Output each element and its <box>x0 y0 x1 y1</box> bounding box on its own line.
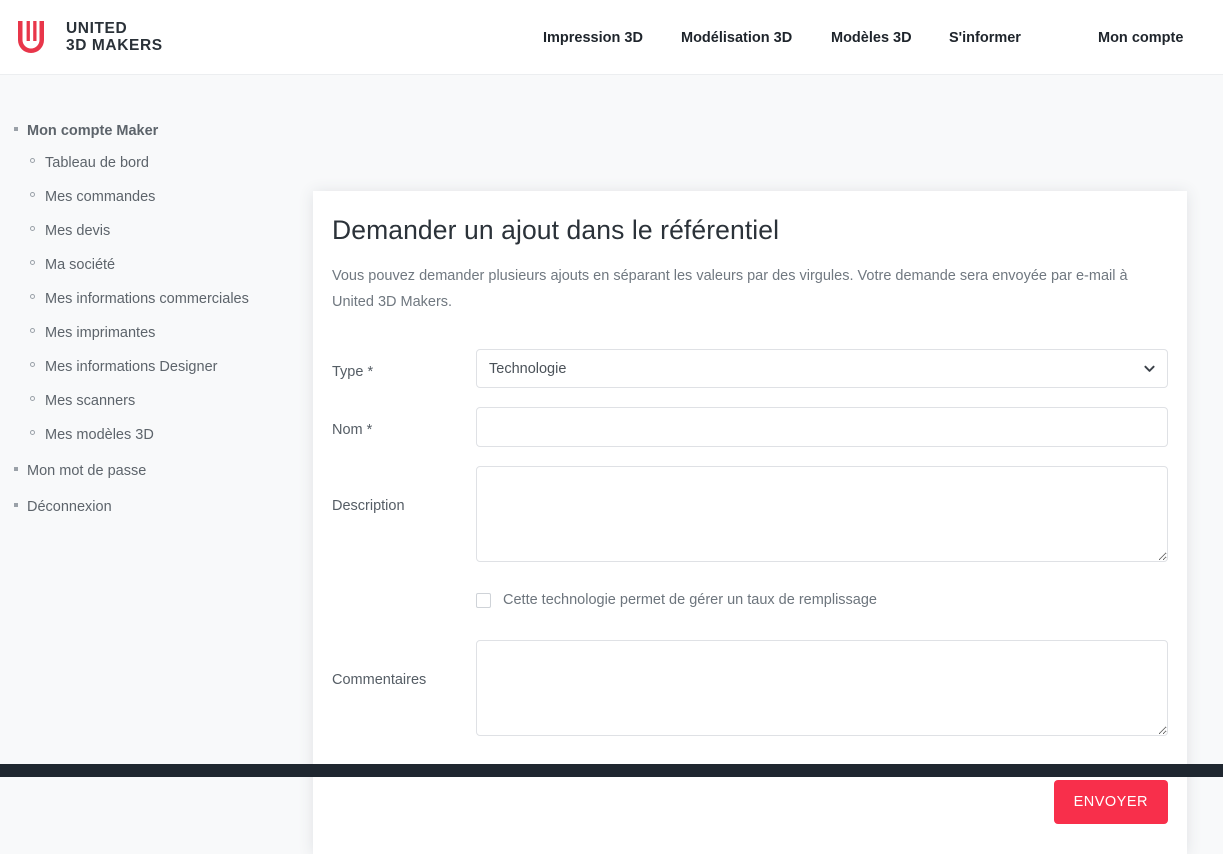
list-item: Mes informations Designer <box>30 357 300 377</box>
list-item: Tableau de bord <box>30 153 300 173</box>
list-item: Mes modèles 3D <box>30 425 300 445</box>
list-item: Mes commandes <box>30 187 300 207</box>
referential-request-form: Type * Technologie Nom * Description Cet… <box>332 349 1168 824</box>
bullet-icon <box>14 467 18 471</box>
sidebar-item-mes-informations-commerciales[interactable]: Mes informations commerciales <box>45 289 249 309</box>
primary-navigation: Impression 3D Modélisation 3D Modèles 3D… <box>0 0 1223 75</box>
united-3d-makers-logo-icon <box>18 21 44 53</box>
label-nom: Nom * <box>332 422 373 438</box>
label-description: Description <box>332 498 405 514</box>
sidebar-item-mes-commandes[interactable]: Mes commandes <box>45 187 155 207</box>
form-description: Vous pouvez demander plusieurs ajouts en… <box>332 268 1128 310</box>
sidebar-item-mes-informations-designer[interactable]: Mes informations Designer <box>45 357 217 377</box>
bullet-icon <box>30 226 35 231</box>
bullet-icon <box>30 430 35 435</box>
bullet-icon <box>14 503 18 507</box>
request-form-card: Demander un ajout dans le référentiel Vo… <box>313 191 1187 854</box>
description-textarea[interactable] <box>476 466 1168 562</box>
bullet-icon <box>30 396 35 401</box>
list-item: Mes devis <box>30 221 300 241</box>
page-title: Demander un ajout dans le référentiel <box>332 215 780 245</box>
list-item: Mes scanners <box>30 391 300 411</box>
sidebar-item-mes-imprimantes[interactable]: Mes imprimantes <box>45 323 155 343</box>
fill-rate-checkbox[interactable] <box>476 592 491 608</box>
sidebar-item-mon-mot-de-passe[interactable]: Mon mot de passe <box>27 461 146 481</box>
sidebar-group-deconnexion: Déconnexion <box>14 497 300 517</box>
nom-input[interactable] <box>476 407 1168 447</box>
bullet-icon <box>30 328 35 333</box>
bullet-icon <box>14 127 18 131</box>
list-item: Ma société <box>30 255 300 275</box>
sidebar-menu: Mon compte Maker Tableau de bord Mes com… <box>0 121 300 517</box>
sidebar-item-mon-compte-maker[interactable]: Mon compte Maker <box>27 121 158 141</box>
submit-button[interactable]: ENVOYER <box>1053 780 1168 824</box>
nav-item-modeles-3d[interactable]: Modèles 3D <box>831 28 912 48</box>
bullet-icon <box>30 362 35 367</box>
sidebar-item-mes-devis[interactable]: Mes devis <box>45 221 110 241</box>
fill-rate-checkbox-label[interactable]: Cette technologie permet de gérer un tau… <box>503 590 877 610</box>
sidebar-group-mon-compte-maker: Mon compte Maker Tableau de bord Mes com… <box>14 121 300 445</box>
nav-item-mon-compte[interactable]: Mon compte <box>1098 28 1183 48</box>
label-commentaires: Commentaires <box>332 672 427 688</box>
sidebar-item-mes-modeles-3d[interactable]: Mes modèles 3D <box>45 425 154 445</box>
sidebar-item-mes-scanners[interactable]: Mes scanners <box>45 391 135 411</box>
site-footer <box>0 764 1223 777</box>
sidebar-item-deconnexion[interactable]: Déconnexion <box>27 497 112 517</box>
brand-name: UNITED 3D MAKERS <box>66 20 163 54</box>
sidebar-submenu: Tableau de bord Mes commandes Mes devis … <box>14 153 300 445</box>
list-item: Mes informations commerciales <box>30 289 300 309</box>
bullet-icon <box>30 294 35 299</box>
bullet-icon <box>30 192 35 197</box>
sidebar-item-ma-societe[interactable]: Ma société <box>45 255 115 275</box>
form-row-nom: Nom * <box>332 407 1168 447</box>
account-sidebar: Mon compte Maker Tableau de bord Mes com… <box>0 75 300 533</box>
label-type: Type * <box>332 364 374 380</box>
page-body: Mon compte Maker Tableau de bord Mes com… <box>0 75 1223 854</box>
list-item: Mes imprimantes <box>30 323 300 343</box>
form-row-description: Description <box>332 466 1168 562</box>
form-actions: ENVOYER <box>332 780 1168 824</box>
site-header: UNITED 3D MAKERS Impression 3D Modélisat… <box>0 0 1223 75</box>
bullet-icon <box>30 260 35 265</box>
form-row-type: Type * Technologie <box>332 349 1168 388</box>
sidebar-item-tableau-de-bord[interactable]: Tableau de bord <box>45 153 149 173</box>
nav-item-sinformer[interactable]: S'informer <box>949 28 1021 48</box>
nav-item-impression-3d[interactable]: Impression 3D <box>543 28 643 48</box>
brand-logo-link[interactable]: UNITED 3D MAKERS <box>14 18 163 56</box>
commentaires-textarea[interactable] <box>476 640 1168 736</box>
form-row-fill-rate-checkbox: Cette technologie permet de gérer un tau… <box>476 590 1168 610</box>
form-row-commentaires: Commentaires <box>332 640 1168 736</box>
bullet-icon <box>30 158 35 163</box>
type-select[interactable]: Technologie <box>476 349 1168 388</box>
sidebar-group-mon-mot-de-passe: Mon mot de passe <box>14 461 300 481</box>
nav-item-modelisation-3d[interactable]: Modélisation 3D <box>681 28 792 48</box>
